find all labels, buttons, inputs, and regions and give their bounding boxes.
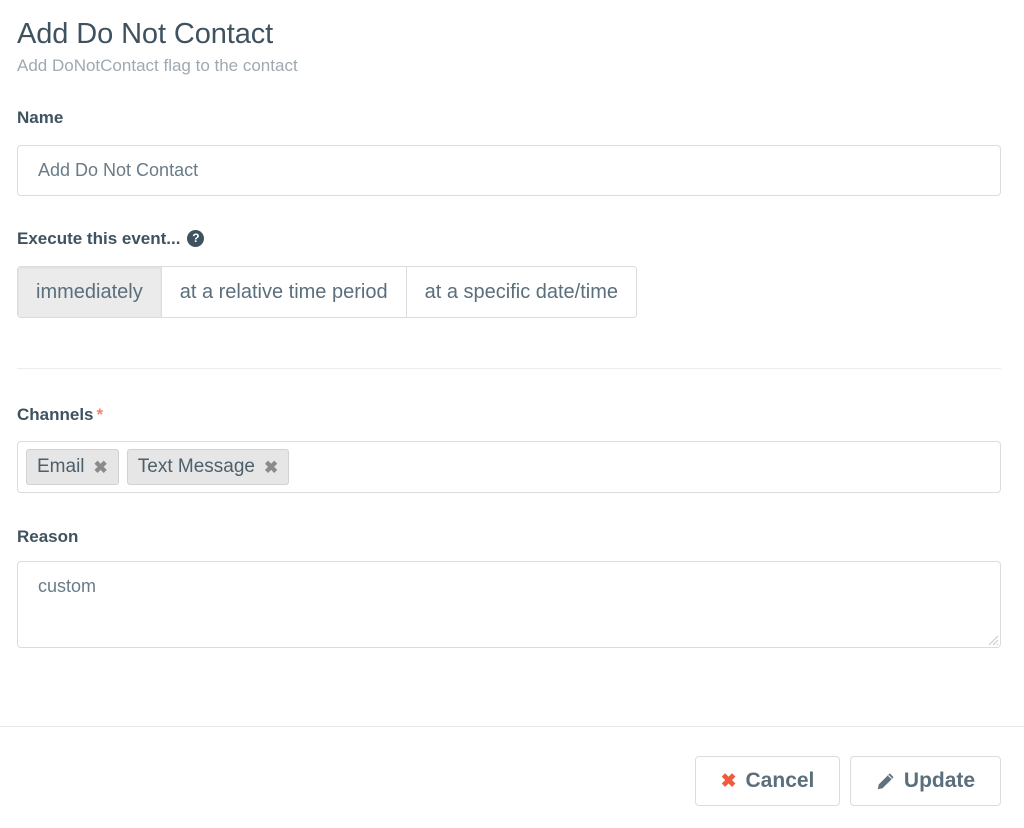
reason-textarea[interactable] xyxy=(17,561,1001,648)
execute-event-label: Execute this event...? xyxy=(17,228,205,250)
channel-token-label: Email xyxy=(37,456,85,477)
close-icon[interactable]: ✖ xyxy=(94,459,108,476)
channels-label-text: Channels xyxy=(17,405,94,424)
update-button[interactable]: Update xyxy=(850,756,1001,806)
execute-timing-button-group: immediately at a relative time period at… xyxy=(17,266,638,318)
question-circle-glyph: ? xyxy=(192,231,200,246)
cancel-button-label: Cancel xyxy=(745,769,815,792)
timing-option-immediately[interactable]: immediately xyxy=(18,267,162,317)
section-divider xyxy=(17,368,1001,369)
close-icon: ✖ xyxy=(720,770,737,792)
timing-option-specific-datetime[interactable]: at a specific date/time xyxy=(406,267,637,317)
channels-label: Channels * xyxy=(17,404,103,426)
channel-token-label: Text Message xyxy=(137,456,255,477)
execute-event-label-text: Execute this event... xyxy=(17,229,181,248)
reason-label: Reason xyxy=(17,527,79,546)
page-subtitle: Add DoNotContact flag to the contact xyxy=(17,56,298,75)
cancel-button[interactable]: ✖ Cancel xyxy=(695,756,840,806)
footer-divider xyxy=(0,726,1024,727)
timing-option-relative-time[interactable]: at a relative time period xyxy=(161,267,407,317)
name-label: Name xyxy=(17,108,64,127)
channel-token-email[interactable]: Email ✖ xyxy=(26,449,119,485)
name-input[interactable] xyxy=(17,145,1001,196)
add-do-not-contact-form: Add Do Not Contact Add DoNotContact flag… xyxy=(0,0,1024,828)
question-circle-icon[interactable]: ? xyxy=(187,230,205,248)
close-icon[interactable]: ✖ xyxy=(264,459,278,476)
update-button-label: Update xyxy=(903,769,976,792)
required-asterisk: * xyxy=(96,405,104,424)
channel-token-text-message[interactable]: Text Message ✖ xyxy=(126,449,290,485)
channels-token-field[interactable]: Email ✖ Text Message ✖ xyxy=(17,441,1001,493)
form-header: Add Do Not Contact Add DoNotContact flag… xyxy=(17,17,1001,77)
page-title: Add Do Not Contact xyxy=(17,18,274,50)
pencil-icon xyxy=(876,772,895,791)
